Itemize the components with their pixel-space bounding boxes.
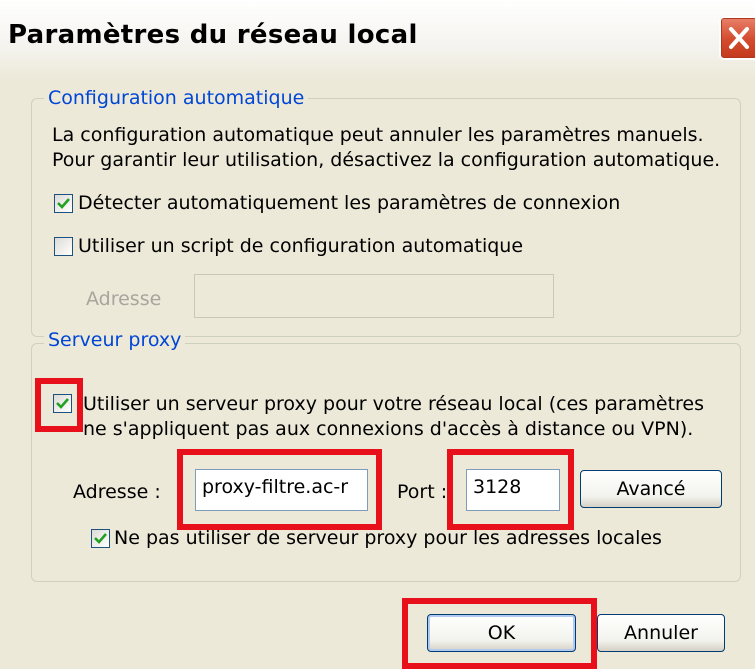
bypass-local-checkbox[interactable] [91,529,110,548]
close-button[interactable] [719,16,755,60]
ok-button[interactable]: OK [427,614,576,652]
checkmark-icon [57,198,70,209]
detect-settings-label[interactable]: Détecter automatiquement les paramètres … [78,192,620,214]
checkmark-icon [56,398,69,409]
proxy-address-label: Adresse : [73,481,161,503]
detect-settings-checkbox[interactable] [54,194,73,213]
proxy-legend: Serveur proxy [44,329,186,351]
use-proxy-label-1[interactable]: Utiliser un serveur proxy pour votre rés… [83,393,704,415]
auto-config-legend: Configuration automatique [44,87,309,109]
window-title: Paramètres du réseau local [8,20,418,50]
auto-config-description-1: La configuration automatique peut annule… [52,124,704,146]
use-proxy-checkbox[interactable] [53,394,72,413]
auto-script-label[interactable]: Utiliser un script de configuration auto… [78,235,523,257]
proxy-port-label: Port : [397,481,448,503]
script-address-label: Adresse [86,288,162,310]
advanced-button[interactable]: Avancé [580,470,722,508]
use-proxy-label-2[interactable]: ne s'appliquent pas aux connexions d'acc… [83,418,693,440]
cancel-button[interactable]: Annuler [597,614,725,652]
close-icon [729,27,749,49]
auto-script-checkbox[interactable] [54,237,73,256]
checkmark-icon [94,533,107,544]
title-bar: Paramètres du réseau local [0,0,755,80]
proxy-address-input[interactable]: proxy-filtre.ac-r [195,469,368,511]
bypass-local-label[interactable]: Ne pas utiliser de serveur proxy pour le… [114,527,662,549]
proxy-port-input[interactable]: 3128 [466,469,560,511]
script-address-field [194,274,554,318]
auto-config-description-2: Pour garantir leur utilisation, désactiv… [52,149,721,171]
